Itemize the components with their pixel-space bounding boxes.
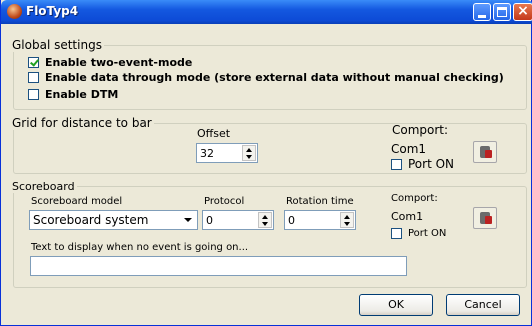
offset-spin-buttons[interactable] <box>242 145 256 161</box>
scoreboard-port-settings-button[interactable] <box>473 207 497 229</box>
rotation-time-value: 0 <box>288 214 295 227</box>
offset-label: Offset <box>197 127 231 140</box>
port-settings-icon-accent <box>485 216 492 224</box>
global-settings-legend: Global settings <box>12 38 102 52</box>
two-event-mode-label: Enable two-event-mode <box>45 56 193 69</box>
protocol-spinner[interactable]: 0 <box>202 210 274 230</box>
data-through-mode-checkbox[interactable]: Enable data through mode (store external… <box>28 71 504 84</box>
grid-port-settings-button[interactable] <box>473 141 497 163</box>
title-bar[interactable]: FloTyp4 × <box>1 0 532 24</box>
scoreboard-model-label: Scoreboard model <box>31 196 123 207</box>
dtm-checkbox[interactable]: Enable DTM <box>28 88 118 101</box>
rotation-time-label: Rotation time <box>286 196 354 207</box>
grid-distance-legend: Grid for distance to bar <box>12 116 152 130</box>
protocol-label: Protocol <box>204 196 245 207</box>
close-icon: × <box>517 3 529 19</box>
minimize-button[interactable] <box>473 3 491 21</box>
idle-text-label: Text to display when no event is going o… <box>31 242 249 253</box>
spin-up-icon <box>246 147 252 152</box>
app-icon <box>7 4 22 19</box>
grid-comport-label: Comport: <box>392 123 449 137</box>
scoreboard-model-dropdown[interactable] <box>180 212 196 228</box>
protocol-spin-buttons[interactable] <box>258 212 272 228</box>
scoreboard-model-value: Scoreboard system <box>33 213 149 227</box>
rotation-time-spin-buttons[interactable] <box>340 212 354 228</box>
flotyp4-window: FloTyp4 × Global settings Enable two-eve… <box>0 0 532 326</box>
data-through-mode-box[interactable] <box>28 72 39 83</box>
scoreboard-comport-label: Comport: <box>391 193 438 204</box>
close-button[interactable]: × <box>513 3 532 21</box>
grid-port-on-label: Port ON <box>408 157 455 171</box>
chevron-down-icon <box>184 218 192 222</box>
scoreboard-legend: Scoreboard <box>12 180 75 193</box>
rotation-time-spinner[interactable]: 0 <box>284 210 356 230</box>
spin-up-icon <box>344 214 350 219</box>
protocol-value: 0 <box>206 214 213 227</box>
ok-button[interactable]: OK <box>359 294 433 316</box>
window-title: FloTyp4 <box>26 4 79 18</box>
idle-text-input[interactable] <box>30 256 407 276</box>
scoreboard-com-name: Com1 <box>391 210 424 223</box>
cancel-button[interactable]: Cancel <box>446 294 520 316</box>
minimize-icon <box>478 15 486 18</box>
scoreboard-port-on-checkbox[interactable]: Port ON <box>391 228 446 239</box>
spin-down-icon <box>262 221 268 226</box>
spin-down-icon <box>344 221 350 226</box>
two-event-mode-box[interactable] <box>28 57 39 68</box>
grid-port-on-box[interactable] <box>391 158 402 170</box>
offset-value: 32 <box>200 147 214 160</box>
data-through-mode-label: Enable data through mode (store external… <box>45 71 504 84</box>
port-settings-icon-accent <box>485 150 492 158</box>
maximize-icon <box>497 7 507 17</box>
maximize-button[interactable] <box>493 3 511 21</box>
scoreboard-model-select[interactable]: Scoreboard system <box>29 210 198 230</box>
spin-down-icon <box>246 154 252 159</box>
dtm-label: Enable DTM <box>45 88 119 101</box>
scoreboard-port-on-label: Port ON <box>408 228 447 239</box>
dtm-box[interactable] <box>28 89 39 100</box>
grid-port-on-checkbox[interactable]: Port ON <box>391 157 454 171</box>
offset-spinner[interactable]: 32 <box>196 143 258 163</box>
two-event-mode-checkbox[interactable]: Enable two-event-mode <box>28 56 192 69</box>
grid-com-name: Com1 <box>391 142 427 156</box>
spin-up-icon <box>262 214 268 219</box>
scoreboard-port-on-box[interactable] <box>391 228 402 239</box>
